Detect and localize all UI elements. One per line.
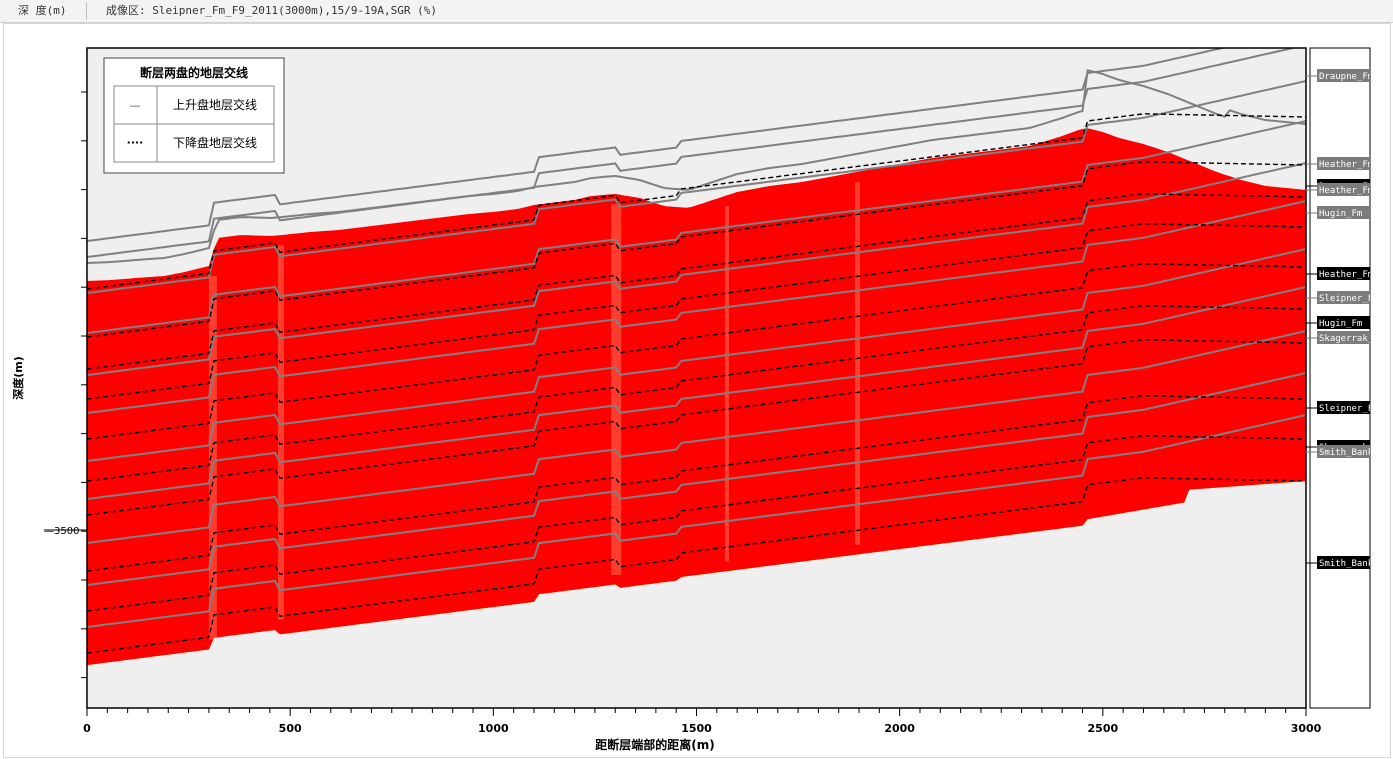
sgr-fault-plane-chart: Draupne_FmHeather_FmDraupne_FmHeather_Fm… xyxy=(11,47,1389,752)
horizon-label-text: Heather_Fm xyxy=(1319,186,1373,196)
horizon-label-panel xyxy=(1309,47,1371,709)
x-tick-label: 2000 xyxy=(884,722,915,735)
horizon-label-text: Heather_Fm xyxy=(1319,160,1373,170)
horizon-label-text: Smith_Bank_Fm xyxy=(1319,559,1389,569)
horizon-label-text: Sleipner_Fm xyxy=(1319,404,1379,414)
x-axis: 0 500 1000 1500 2000 2500 3000 xyxy=(83,707,1322,735)
y-tick-label: —3500 xyxy=(44,526,79,537)
legend-upthrown-symbol: — xyxy=(130,99,141,112)
horizon-label-text: Smith_Bank_Fm xyxy=(1319,448,1389,458)
horizon-label-text: Sleipner_Fm xyxy=(1319,294,1379,304)
x-tick-label: 3000 xyxy=(1291,722,1322,735)
x-tick-label: 1000 xyxy=(478,722,509,735)
legend: 断层两盘的地层交线 — 上升盘地层交线 ···· 下降盘地层交线 xyxy=(103,57,285,174)
y-axis-label: 深度(m) xyxy=(11,356,25,400)
x-tick-label: 500 xyxy=(279,722,302,735)
x-axis-label: 距断层端部的距离(m) xyxy=(595,737,714,752)
legend-downthrown-label: 下降盘地层交线 xyxy=(173,135,257,150)
x-tick-label: 0 xyxy=(83,722,91,735)
y-axis: —3500 xyxy=(44,48,88,708)
horizon-label-text: Draupne_Fm xyxy=(1319,72,1373,82)
legend-downthrown-symbol: ···· xyxy=(127,136,144,149)
x-tick-label: 1500 xyxy=(681,722,712,735)
noise-strip xyxy=(854,182,860,545)
horizon-label-text: Hugin_Fm xyxy=(1319,319,1362,329)
horizon-label-text: Hugin_Fm xyxy=(1319,209,1362,219)
horizon-label-text: Skagerrak_Fm xyxy=(1319,334,1384,344)
horizon-label-text: Heather_Fm xyxy=(1319,270,1373,280)
noise-strip xyxy=(277,245,284,620)
noise-strip xyxy=(724,206,729,562)
x-tick-label: 2500 xyxy=(1088,722,1119,735)
legend-title: 断层两盘的地层交线 xyxy=(140,65,248,80)
legend-upthrown-label: 上升盘地层交线 xyxy=(173,97,257,112)
